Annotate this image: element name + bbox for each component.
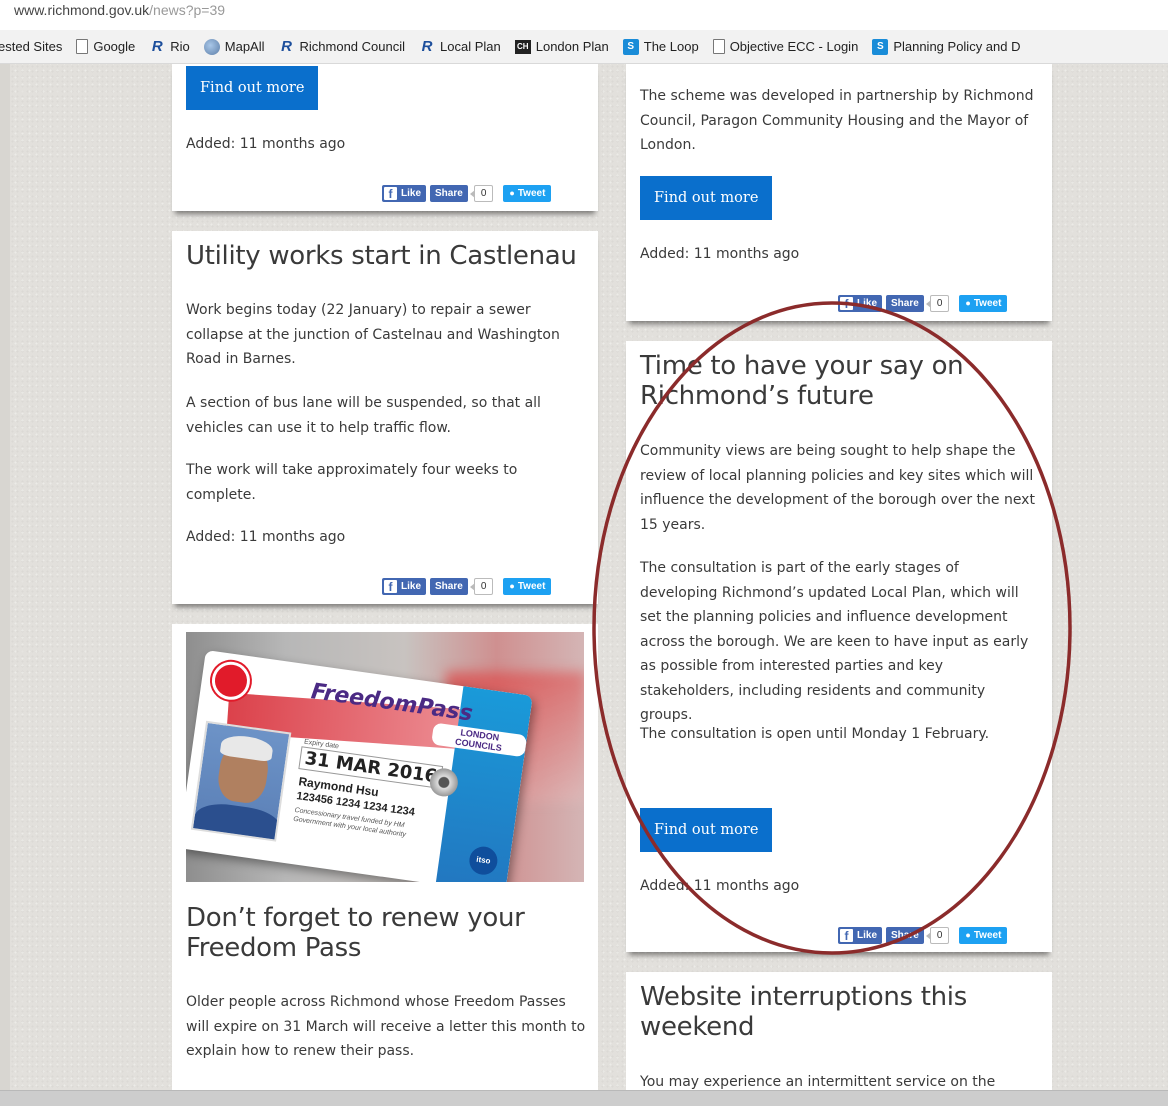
bookmark-rio[interactable]: R Rio	[149, 38, 190, 55]
tweet-button[interactable]: ● Tweet	[959, 926, 1008, 944]
freedom-pass-image[interactable]: FreedomPass LONDON COUNCILS Expiry date …	[186, 632, 584, 882]
added-date: Added: 11 months ago	[186, 136, 346, 152]
globe-icon	[203, 38, 220, 55]
bookmark-local-plan[interactable]: R Local Plan	[419, 38, 501, 55]
card-title[interactable]: Website interruptions this weekend	[640, 982, 1040, 1042]
ch-icon: CH	[514, 39, 531, 54]
added-date: Added: 11 months ago	[186, 529, 346, 545]
card-paragraph: The work will take approximately four we…	[186, 462, 518, 503]
card-paragraph: The consultation is part of the early st…	[640, 560, 1029, 723]
share-count: 0	[925, 926, 950, 944]
bookmark-london-plan[interactable]: CH London Plan	[514, 39, 609, 54]
facebook-icon: f	[840, 928, 853, 943]
card-paragraph: A section of bus lane will be suspended,…	[186, 395, 541, 436]
url-host: www.richmond.gov.uk	[14, 2, 150, 18]
social-buttons: f Like Share 0 ● Tweet	[838, 294, 1008, 312]
facebook-share-button[interactable]: Share	[886, 294, 924, 312]
twitter-bird-icon: ●	[965, 298, 971, 308]
bookmark-google[interactable]: Google	[76, 39, 135, 54]
facebook-like-button[interactable]: f Like	[838, 926, 883, 944]
like-label: Like	[401, 187, 422, 199]
bookmark-label: Local Plan	[440, 39, 501, 54]
bookmark-label: Planning Policy and D	[893, 39, 1021, 54]
bookmark-label: Rio	[170, 39, 190, 54]
bookmark-label: MapAll	[224, 39, 265, 54]
news-card-freedom-pass: FreedomPass LONDON COUNCILS Expiry date …	[172, 624, 598, 1090]
share-count: 0	[925, 294, 950, 312]
sharepoint-icon: S	[872, 38, 889, 55]
card-title[interactable]: Don’t forget to renew your Freedom Pass	[186, 903, 576, 963]
bookmark-planning-policy[interactable]: S Planning Policy and D	[872, 38, 1021, 55]
bookmark-label: Objective ECC - Login	[729, 39, 859, 54]
facebook-icon: f	[384, 579, 397, 594]
tweet-button[interactable]: ● Tweet	[503, 184, 552, 202]
twitter-bird-icon: ●	[965, 930, 971, 940]
added-date: Added: 11 months ago	[640, 246, 800, 262]
url-path: /news?p=39	[149, 2, 226, 18]
twitter-bird-icon: ●	[509, 188, 515, 198]
facebook-like-button[interactable]: f Like	[382, 184, 427, 202]
card-title[interactable]: Utility works start in Castlenau	[186, 241, 577, 271]
news-card-utility-works: Utility works start in Castlenau Work be…	[172, 231, 598, 604]
card-paragraph: Work begins today (22 January) to repair…	[186, 302, 560, 367]
facebook-share-button[interactable]: Share	[430, 184, 468, 202]
tweet-button[interactable]: ● Tweet	[503, 577, 552, 595]
bookmark-objective-ecc[interactable]: Objective ECC - Login	[712, 39, 859, 54]
card-paragraph: The scheme was developed in partnership …	[640, 88, 1034, 153]
page-icon	[712, 39, 725, 54]
facebook-icon: f	[840, 296, 853, 311]
bookmark-label: London Plan	[535, 39, 609, 54]
facebook-like-button[interactable]: f Like	[382, 577, 427, 595]
richmond-logo-icon: R	[151, 38, 163, 55]
added-date: Added: 11 months ago	[640, 878, 800, 894]
bookmarks-bar: ested Sites Google R Rio MapAll R Richmond…	[0, 30, 1168, 64]
news-card-top-left: Find out more Added: 11 months ago f Like…	[172, 64, 598, 211]
news-card-website-interruptions: Website interruptions this weekend You m…	[626, 972, 1052, 1090]
bookmark-suggested-sites[interactable]: ested Sites	[0, 39, 62, 54]
find-out-more-button[interactable]: Find out more	[640, 808, 773, 852]
bookmark-mapall[interactable]: MapAll	[203, 38, 265, 55]
news-card-richmond-future: Time to have your say on Richmond’s futu…	[626, 341, 1052, 952]
bookmark-richmond-council[interactable]: R Richmond Council	[279, 38, 406, 55]
like-label: Like	[857, 929, 878, 941]
twitter-bird-icon: ●	[509, 581, 515, 591]
browser-bottom-bar	[0, 1090, 1168, 1106]
tweet-label: Tweet	[517, 580, 546, 592]
bookmark-label: ested Sites	[0, 39, 63, 54]
tweet-button[interactable]: ● Tweet	[959, 294, 1008, 312]
facebook-like-button[interactable]: f Like	[838, 294, 883, 312]
passholder-photo	[190, 720, 292, 842]
share-count: 0	[469, 577, 494, 595]
tweet-label: Tweet	[973, 297, 1002, 309]
photo-shirt	[191, 800, 283, 842]
like-label: Like	[857, 297, 878, 309]
card-paragraph: Community views are being sought to help…	[640, 443, 1035, 533]
card-title[interactable]: Time to have your say on Richmond’s futu…	[640, 351, 1040, 411]
tweet-label: Tweet	[973, 929, 1002, 941]
social-buttons: f Like Share 0 ● Tweet	[382, 184, 552, 202]
sharepoint-icon: S	[622, 38, 639, 55]
share-count: 0	[469, 184, 494, 202]
address-bar[interactable]: www.richmond.gov.uk/news?p=39	[0, 0, 1168, 30]
bookmark-label: Richmond Council	[299, 39, 406, 54]
social-buttons: f Like Share 0 ● Tweet	[838, 926, 1008, 944]
richmond-logo-icon: R	[421, 38, 433, 55]
facebook-share-button[interactable]: Share	[886, 926, 924, 944]
facebook-icon: f	[384, 186, 397, 201]
find-out-more-button[interactable]: Find out more	[186, 66, 319, 110]
facebook-share-button[interactable]: Share	[430, 577, 468, 595]
like-label: Like	[401, 580, 422, 592]
card-paragraph: The consultation is open until Monday 1 …	[640, 726, 990, 742]
richmond-logo-icon: R	[281, 38, 292, 55]
bookmark-label: The Loop	[643, 39, 699, 54]
card-paragraph: Older people across Richmond whose Freed…	[186, 994, 586, 1059]
find-out-more-button[interactable]: Find out more	[640, 176, 773, 220]
social-buttons: f Like Share 0 ● Tweet	[382, 577, 552, 595]
page-icon	[76, 39, 89, 54]
bookmark-label: Google	[93, 39, 136, 54]
bookmark-the-loop[interactable]: S The Loop	[622, 38, 699, 55]
tweet-label: Tweet	[517, 187, 546, 199]
news-card-top-right: The scheme was developed in partnership …	[626, 64, 1052, 321]
